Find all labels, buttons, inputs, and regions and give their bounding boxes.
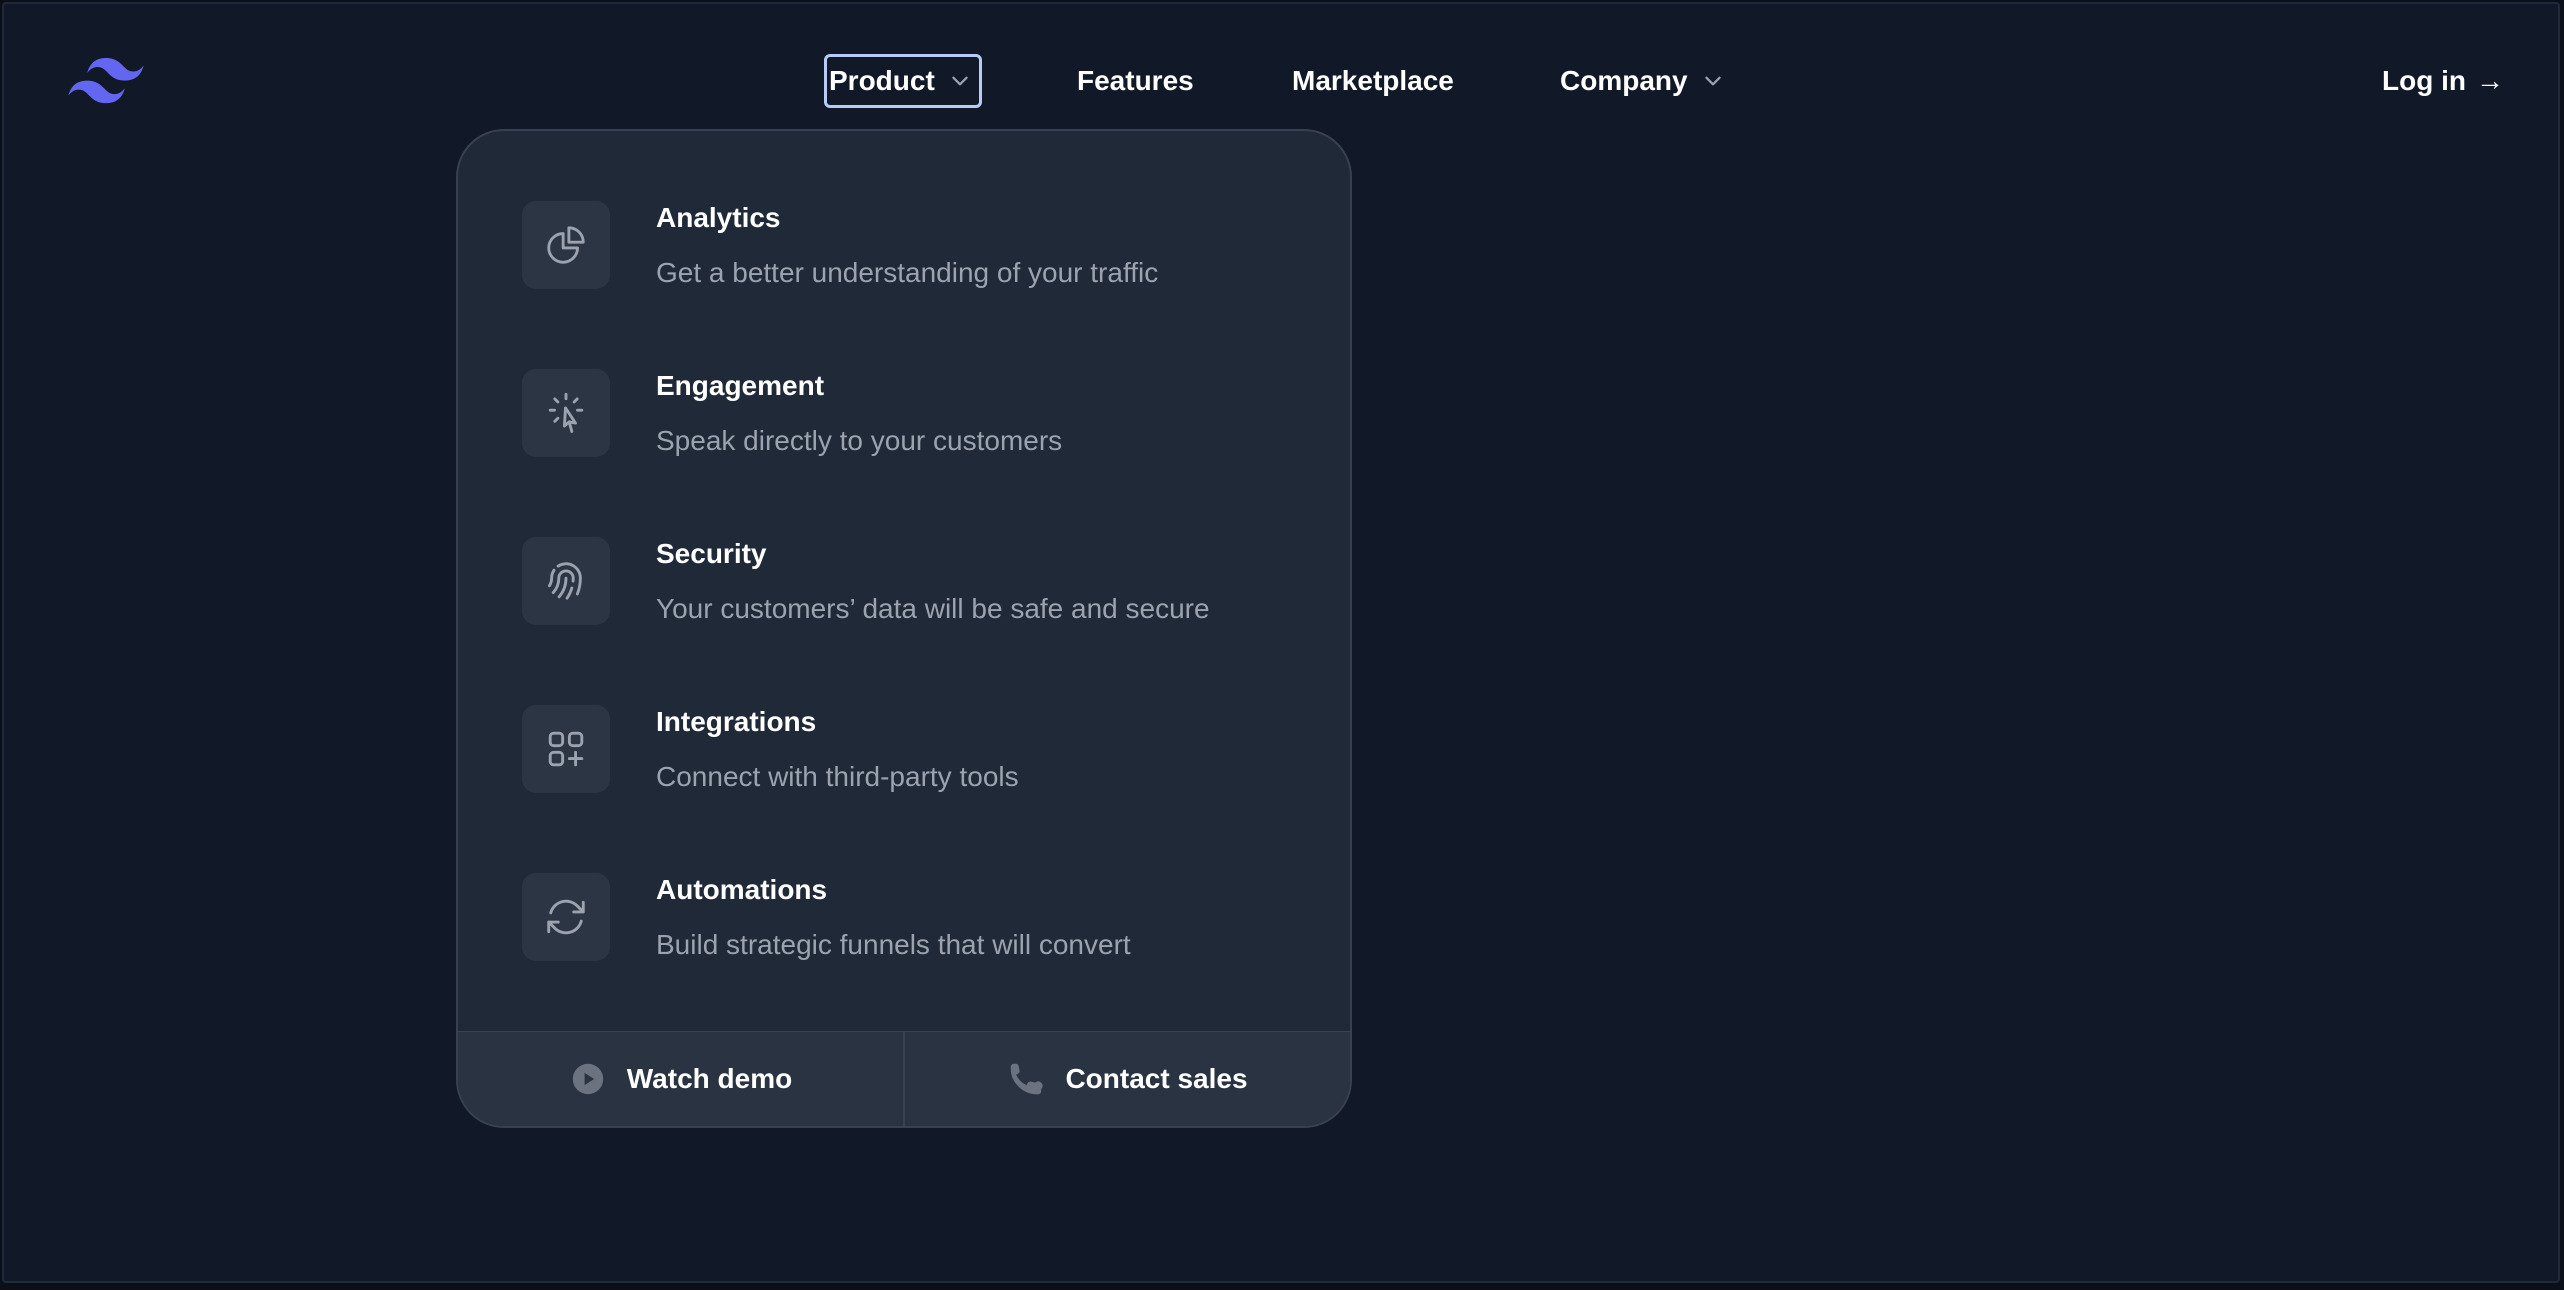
menu-item-description: Get a better understanding of your traff… [656,257,1159,288]
login-label: Log in [2382,65,2466,96]
menu-item-automations[interactable]: Automations Build strategic funnels that… [488,835,1320,985]
menu-item-title: Security [656,538,767,569]
cursor-click-icon [548,392,584,433]
nav-company-label: Company [1560,65,1688,96]
arrow-path-icon [547,899,585,935]
nav-marketplace-label: Marketplace [1292,65,1454,96]
menu-item-title: Engagement [656,370,825,401]
nav-marketplace-link[interactable]: Marketplace [1292,54,1454,108]
phone-icon [1011,1063,1044,1095]
product-dropdown-panel: Analytics Get a better understanding of … [456,129,1352,1128]
top-nav: Product Features Marketplace Company Log… [0,54,2564,108]
arrow-right-icon: → [2475,65,2504,96]
menu-item-integrations[interactable]: Integrations Connect with third-party to… [488,667,1320,817]
menu-item-title: Integrations [656,706,817,737]
nav-features-link[interactable]: Features [1077,54,1194,108]
chevron-down-icon [1704,76,1721,86]
play-circle-icon [572,1063,603,1095]
menu-item-title: Automations [656,874,828,905]
contact-sales-button[interactable]: Contact sales [903,1032,1350,1126]
nav-product-label: Product [829,65,935,96]
menu-icon-box [522,873,610,961]
contact-sales-label: Contact sales [1065,1063,1248,1094]
menu-icon-box [522,705,610,793]
menu-item-description: Connect with third-party tools [656,761,1019,792]
fingerprint-icon [547,562,582,600]
chart-pie-icon [547,226,585,264]
menu-item-description: Build strategic funnels that will conver… [656,929,1131,960]
menu-item-security[interactable]: Security Your customers’ data will be sa… [488,499,1320,649]
chevron-down-icon [952,76,968,86]
menu-icon-box [522,369,610,457]
menu-icon-box [522,201,610,289]
menu-item-description: Your customers’ data will be safe and se… [656,593,1210,624]
menu-item-title: Analytics [656,202,781,233]
nav-product-button[interactable]: Product [824,54,982,108]
menu-item-engagement[interactable]: Engagement Speak directly to your custom… [488,331,1320,481]
watch-demo-button[interactable]: Watch demo [458,1032,903,1126]
menu-item-analytics[interactable]: Analytics Get a better understanding of … [488,163,1320,313]
login-link[interactable]: Log in → [2382,54,2504,108]
nav-company-button[interactable]: Company [1560,54,1724,108]
dropdown-footer: Watch demo Contact sales [458,1031,1350,1126]
squares-plus-icon [548,731,584,767]
nav-features-label: Features [1077,65,1194,96]
menu-icon-box [522,537,610,625]
watch-demo-label: Watch demo [626,1063,793,1094]
menu-item-description: Speak directly to your customers [656,425,1063,456]
